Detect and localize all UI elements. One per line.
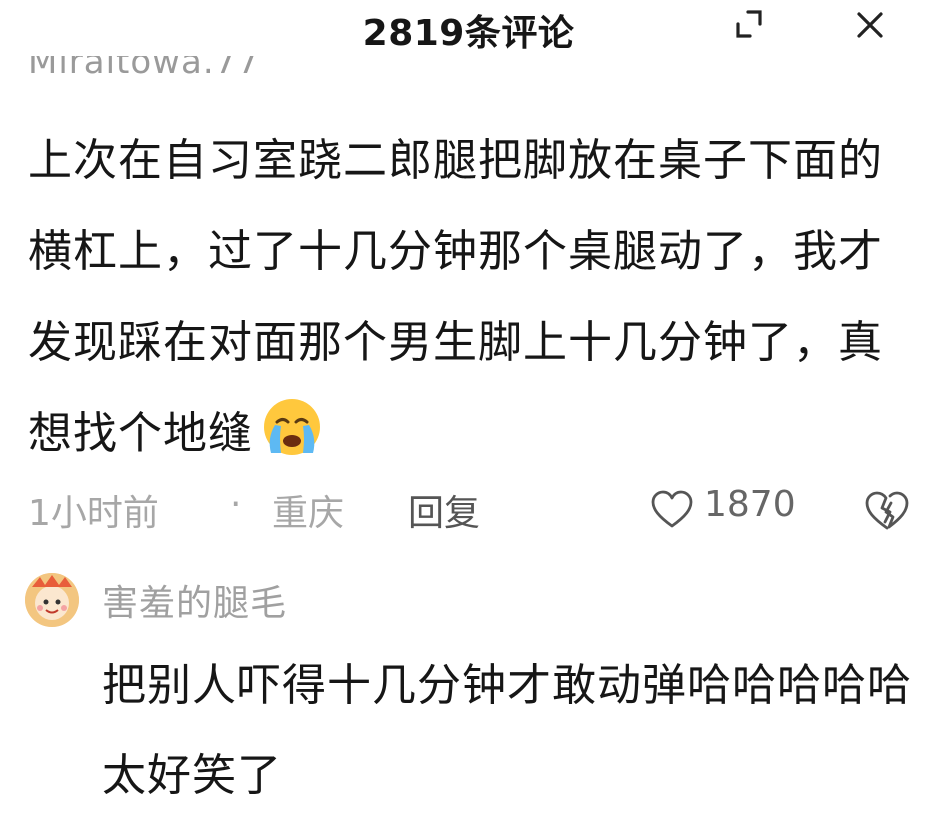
comment-meta: 1小时前 · 重庆 回复 1870 (26, 484, 926, 540)
crying-face-emoji-icon (264, 399, 320, 455)
avatar-image (25, 573, 79, 627)
heart-icon[interactable] (650, 490, 694, 530)
comments-header: 2819条评论 (0, 0, 937, 56)
broken-heart-icon[interactable] (864, 490, 910, 532)
avatar[interactable] (25, 573, 79, 627)
expand-icon[interactable] (731, 6, 767, 42)
comment-body-text: 上次在自习室跷二郎腿把脚放在桌子下面的横杠上，过了十几分钟那个桌腿动了，我才发现… (28, 135, 883, 459)
comment-body: 上次在自习室跷二郎腿把脚放在桌子下面的横杠上，过了十几分钟那个桌腿动了，我才发现… (28, 115, 908, 479)
reply-button[interactable]: 回复 (408, 484, 480, 536)
comment-location: 重庆 (272, 493, 345, 534)
close-icon[interactable] (852, 7, 888, 43)
reply-body: 把别人吓得十几分钟才敢动弹哈哈哈哈哈太好笑了 (102, 660, 912, 801)
reply-username[interactable]: 害羞的腿毛 (102, 574, 287, 626)
comment-time: 1小时前 (28, 493, 159, 534)
meta-separator: · (230, 484, 242, 525)
like-count: 1870 (704, 484, 796, 525)
comment-count-title: 2819条评论 (362, 13, 575, 54)
